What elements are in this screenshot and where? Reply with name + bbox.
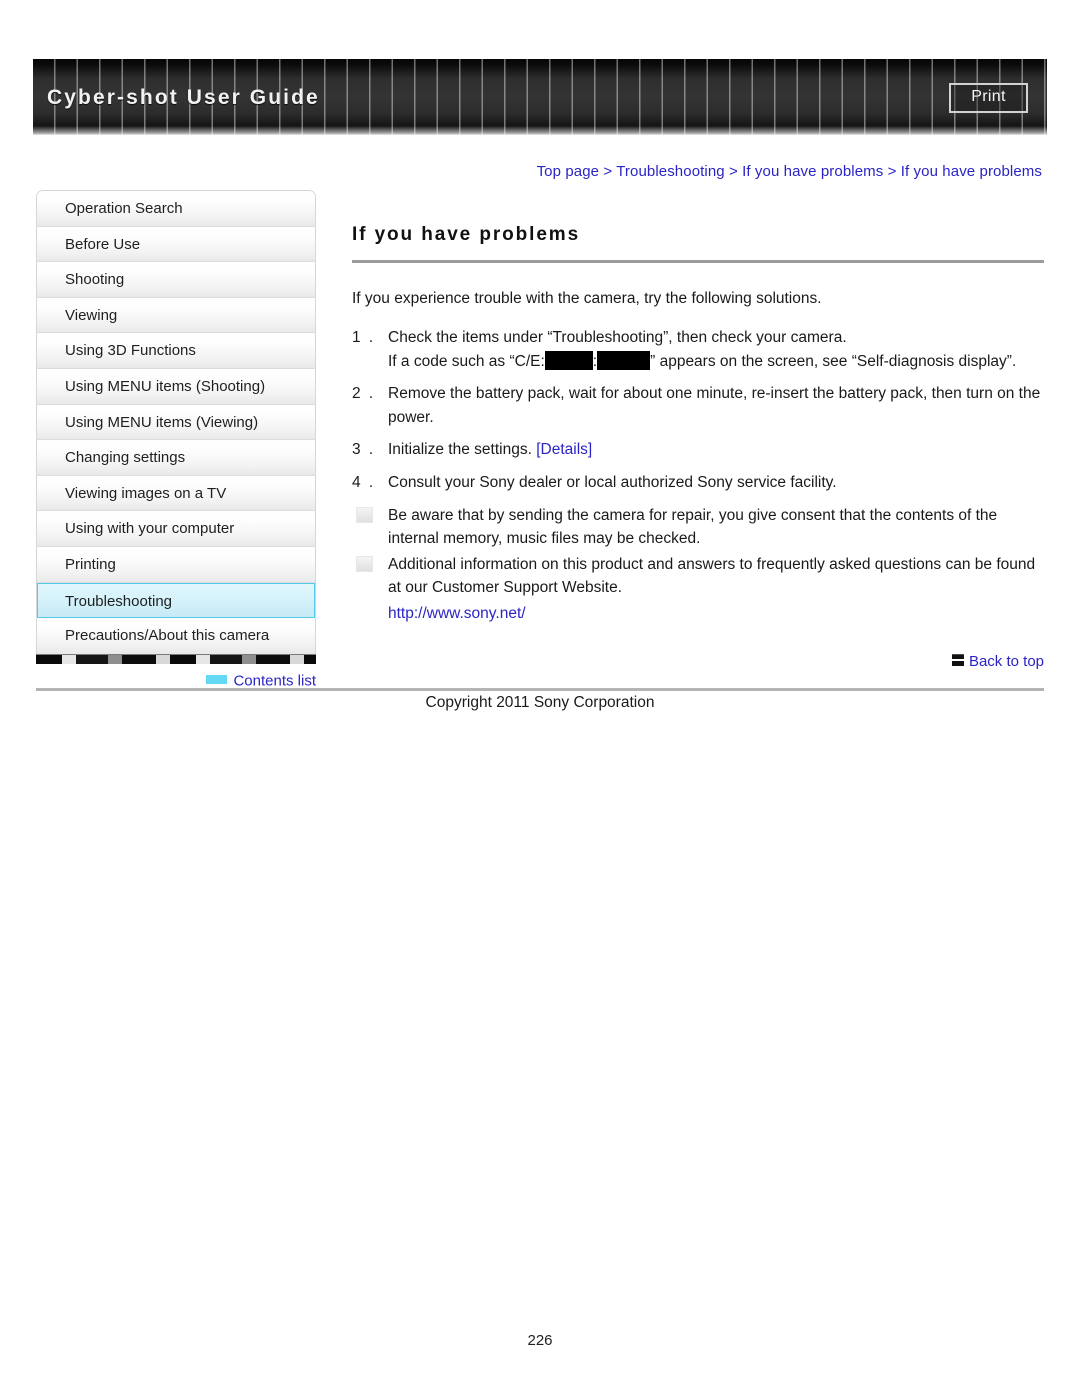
sidebar-item-using-menu-items-shooting[interactable]: Using MENU items (Shooting): [37, 368, 315, 405]
contents-list-link[interactable]: Contents list: [36, 672, 316, 690]
step-1-line-2-suffix: ” appears on the screen, see “Self-diagn…: [650, 352, 1017, 370]
step-4-text: Consult your Sony dealer or local author…: [388, 473, 837, 491]
sidebar-footer-bar: [36, 653, 316, 664]
sidebar-item-precautions-about-this-camera[interactable]: Precautions/About this camera: [37, 618, 315, 654]
step-4: 4 . Consult your Sony dealer or local au…: [352, 471, 1044, 495]
step-1: 1 . Check the items under “Troubleshooti…: [352, 326, 1044, 373]
support-website-link[interactable]: http://www.sony.net/: [352, 602, 1044, 626]
note-bullet-icon: [356, 506, 373, 523]
breadcrumb[interactable]: Top page > Troubleshooting > If you have…: [537, 163, 1042, 180]
step-1-line-1: Check the items under “Troubleshooting”,…: [388, 329, 847, 347]
step-3-number: 3 .: [352, 441, 376, 459]
contents-list-dash-icon: [206, 675, 228, 685]
sidebar-item-shooting[interactable]: Shooting: [37, 262, 315, 298]
footer-divider: [36, 688, 1044, 691]
sidebar-panel: Operation Search Before Use Shooting Vie…: [36, 190, 316, 654]
note-2-text: Additional information on this product a…: [388, 555, 1036, 597]
steps-list: 1 . Check the items under “Troubleshooti…: [352, 326, 1044, 494]
main-content: If you have problems If you experience t…: [352, 224, 1044, 670]
sidebar-item-operation-search[interactable]: Operation Search: [37, 191, 315, 227]
contents-list-label: Contents list: [233, 672, 316, 690]
note-item: Be aware that by sending the camera for …: [352, 504, 1044, 551]
step-3-text: Initialize the settings.: [388, 441, 532, 459]
sidebar-item-troubleshooting[interactable]: Troubleshooting: [37, 582, 315, 619]
sidebar-item-printing[interactable]: Printing: [37, 546, 315, 583]
step-2-number: 2 .: [352, 385, 376, 403]
step-1-number: 1 .: [352, 329, 376, 347]
redacted-code-box-1: [544, 350, 593, 370]
note-1-text: Be aware that by sending the camera for …: [388, 506, 998, 548]
page-number: 226: [527, 1332, 553, 1349]
sidebar: Operation Search Before Use Shooting Vie…: [36, 190, 316, 689]
page-title: If you have problems: [352, 224, 581, 245]
print-button[interactable]: Print: [949, 83, 1028, 113]
step-4-number: 4 .: [352, 473, 376, 491]
sidebar-item-viewing-images-on-a-tv[interactable]: Viewing images on a TV: [37, 475, 315, 512]
details-link[interactable]: [Details]: [536, 441, 592, 458]
note-item: Additional information on this product a…: [352, 553, 1044, 600]
sidebar-item-before-use[interactable]: Before Use: [37, 226, 315, 263]
intro-paragraph: If you experience trouble with the camer…: [352, 290, 822, 307]
sidebar-item-using-3d-functions[interactable]: Using 3D Functions: [37, 333, 315, 369]
step-2: 2 . Remove the battery pack, wait for ab…: [352, 382, 1044, 429]
notes-list: Be aware that by sending the camera for …: [352, 504, 1044, 600]
note-bullet-icon: [356, 555, 373, 572]
header-banner: Cyber-shot User Guide Print: [33, 59, 1047, 135]
sidebar-item-changing-settings[interactable]: Changing settings: [37, 440, 315, 476]
back-to-top-arrow-icon: [951, 654, 964, 667]
sidebar-item-viewing[interactable]: Viewing: [37, 297, 315, 334]
step-1-line-2-prefix: If a code such as “C/E:: [388, 352, 545, 370]
copyright-text: Copyright 2011 Sony Corporation: [425, 694, 655, 711]
app-title: Cyber-shot User Guide: [47, 86, 320, 109]
back-to-top-label: Back to top: [968, 653, 1044, 671]
sidebar-item-using-menu-items-viewing[interactable]: Using MENU items (Viewing): [37, 404, 315, 441]
sidebar-item-using-with-your-computer[interactable]: Using with your computer: [37, 511, 315, 547]
step-3: 3 . Initialize the settings. [Details]: [352, 438, 1044, 462]
redacted-code-box-2: [597, 350, 651, 370]
step-2-text: Remove the battery pack, wait for about …: [388, 385, 1041, 426]
heading-divider: [352, 260, 1044, 263]
back-to-top-link[interactable]: Back to top: [352, 653, 1044, 670]
